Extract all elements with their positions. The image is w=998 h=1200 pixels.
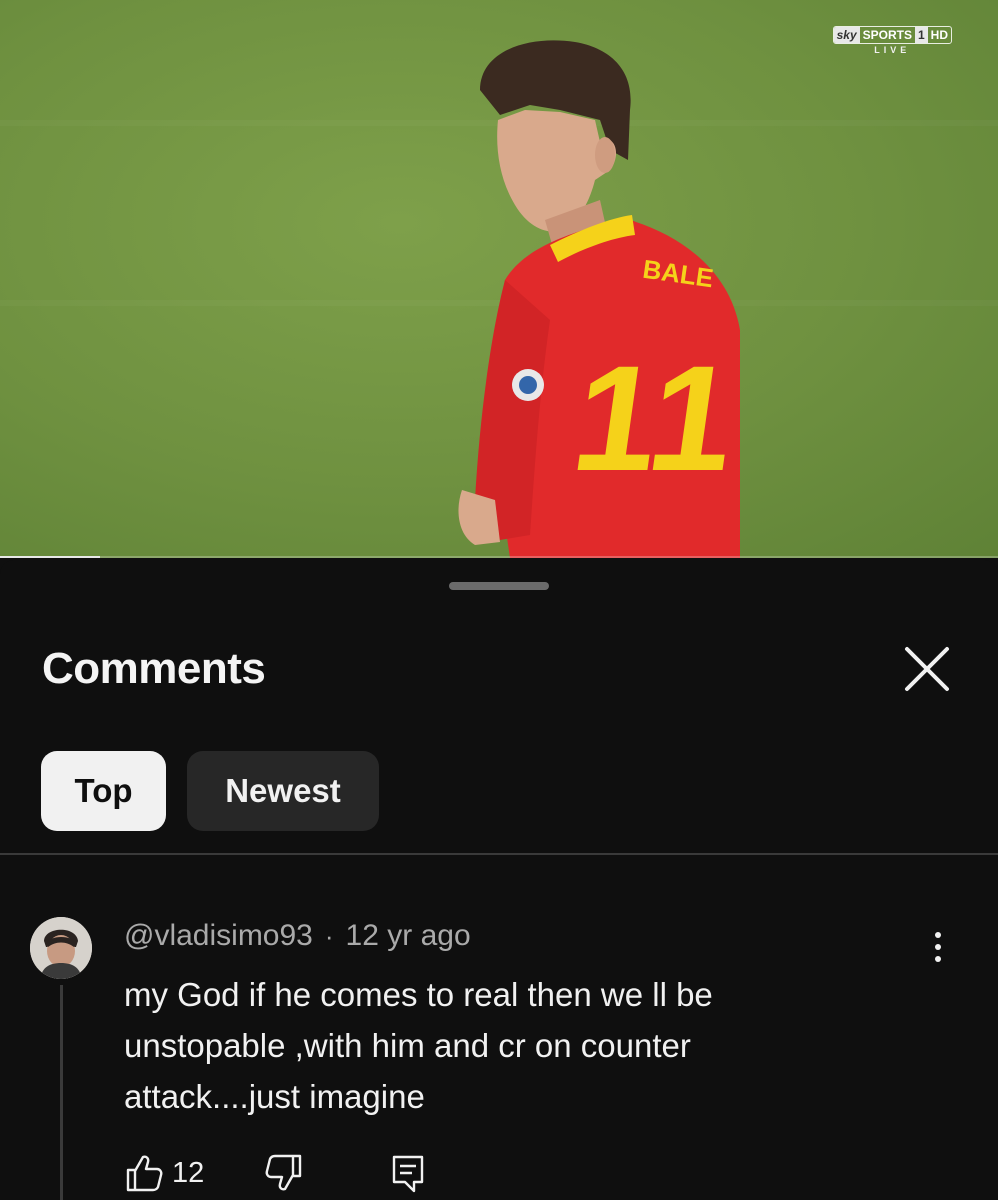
more-vertical-icon: [935, 944, 941, 950]
broadcaster-sports: SPORTS: [862, 28, 912, 42]
filter-top-chip[interactable]: Top: [41, 751, 166, 831]
jersey-number: 11: [564, 335, 746, 502]
broadcaster-logo: sky SPORTS 1 HD LIVE: [832, 26, 952, 55]
video-player[interactable]: sky SPORTS 1 HD LIVE BALE 11: [0, 0, 998, 558]
dislike-button[interactable]: [264, 1153, 304, 1193]
close-icon: [905, 647, 949, 691]
like-icon: [126, 1155, 163, 1192]
comments-title: Comments: [42, 644, 266, 693]
comment-time: 12 yr ago: [345, 919, 471, 952]
broadcaster-hd: HD: [930, 28, 948, 42]
like-count: 12: [172, 1156, 205, 1189]
reply-button[interactable]: [388, 1153, 428, 1193]
meta-separator: ·: [324, 920, 334, 951]
comment-text: my God if he comes to real then we ll be…: [124, 976, 713, 1115]
comment-author[interactable]: @vladisimo93: [124, 919, 313, 953]
comment-actions: 12: [124, 1151, 428, 1195]
comment-more-button[interactable]: [918, 927, 958, 967]
drag-handle[interactable]: [449, 582, 549, 590]
more-vertical-icon: [935, 932, 941, 938]
live-label: LIVE: [874, 45, 911, 55]
comment-filter-chips: Top Newest: [41, 751, 379, 831]
more-vertical-icon: [935, 956, 941, 962]
filter-newest-chip[interactable]: Newest: [187, 751, 379, 831]
comment-meta: @vladisimo93 · 12 yr ago: [124, 919, 471, 953]
avatar-image: [30, 917, 92, 979]
video-progress-fill: [0, 556, 100, 558]
player-figure: BALE 11: [458, 40, 746, 558]
broadcaster-channel: 1: [914, 27, 928, 43]
thread-line: [60, 985, 63, 1200]
close-button[interactable]: [898, 640, 956, 698]
like-button[interactable]: 12: [124, 1153, 204, 1193]
comment-item: @vladisimo93 · 12 yr ago my God if he co…: [0, 855, 998, 1200]
avatar[interactable]: [30, 917, 92, 979]
video-progress-bar[interactable]: [0, 556, 998, 558]
dislike-icon: [265, 1154, 302, 1191]
broadcaster-sky: sky: [833, 27, 860, 43]
reply-icon: [393, 1155, 424, 1193]
comments-sheet: Comments Top Newest @vladisimo93 · 12 yr…: [0, 560, 998, 1200]
